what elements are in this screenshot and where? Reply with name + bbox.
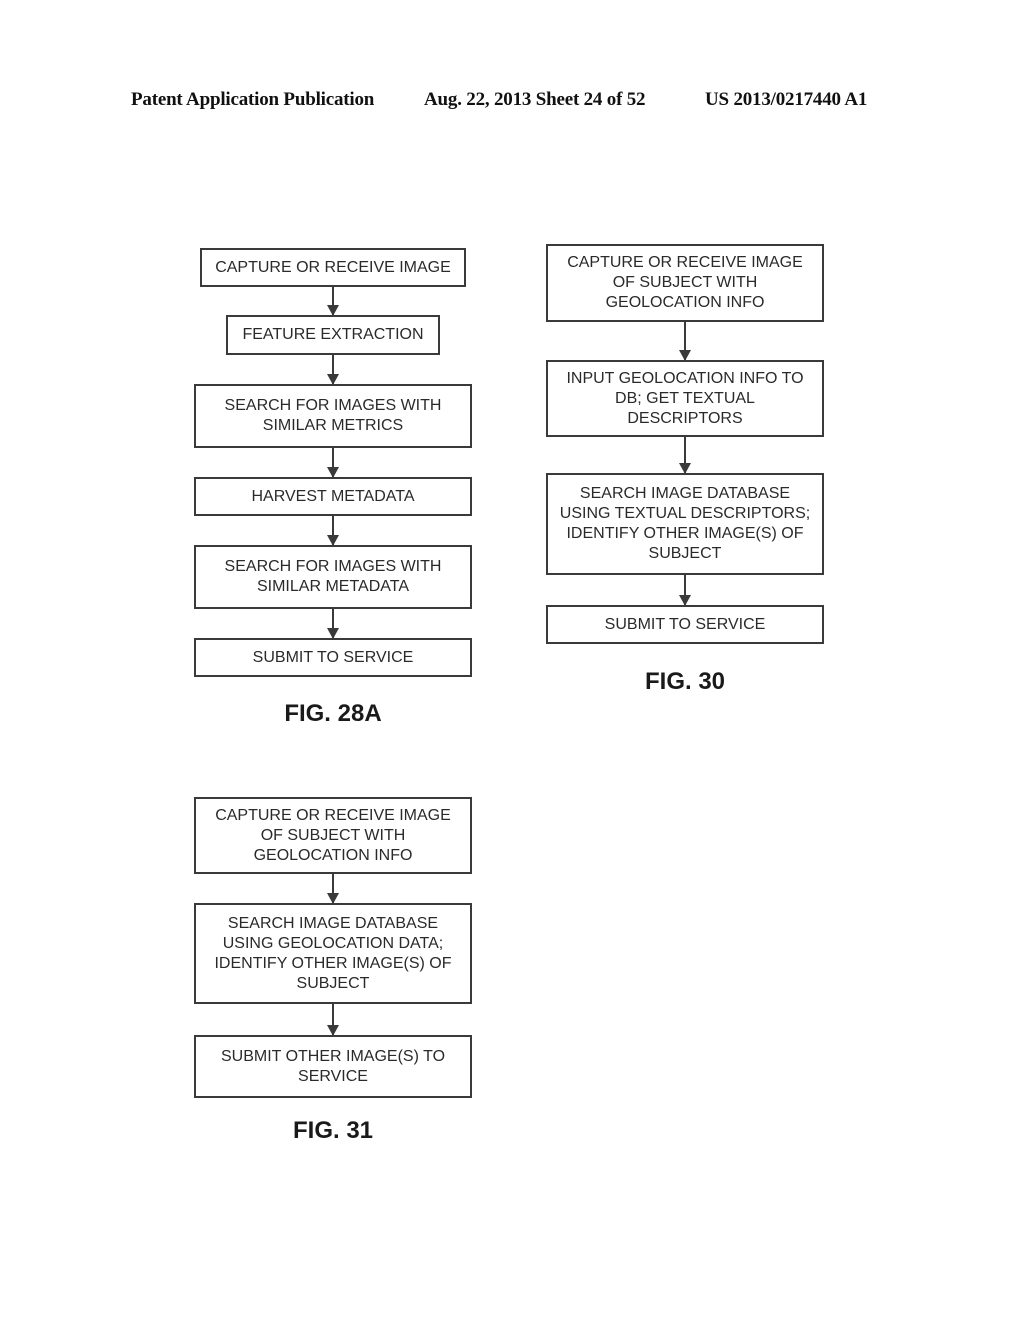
fig28a-step-search-metrics: SEARCH FOR IMAGES WITH SIMILAR METRICS <box>194 384 472 448</box>
publication-title: Patent Application Publication <box>131 89 375 110</box>
step-text: SEARCH FOR IMAGES WITH SIMILAR METRICS <box>224 397 442 434</box>
fig28a-step-feature-extraction: FEATURE EXTRACTION <box>226 315 440 355</box>
arrow-down-icon <box>327 874 339 904</box>
fig31-step-search-database: SEARCH IMAGE DATABASE USING GEOLOCATION … <box>194 903 472 1004</box>
fig28a-step-capture: CAPTURE OR RECEIVE IMAGE <box>200 248 466 287</box>
fig30-step-input-geolocation: INPUT GEOLOCATION INFO TO DB; GET TEXTUA… <box>546 360 824 437</box>
arrow-down-icon <box>327 609 339 639</box>
step-text: CAPTURE OR RECEIVE IMAGE OF SUBJECT WITH… <box>567 254 803 311</box>
fig30-label: FIG. 30 <box>644 668 726 695</box>
step-text: SUBMIT TO SERVICE <box>604 615 766 633</box>
fig28a-step-submit: SUBMIT TO SERVICE <box>194 638 472 677</box>
step-text: INPUT GEOLOCATION INFO TO DB; GET TEXTUA… <box>566 369 804 427</box>
arrow-down-icon <box>327 287 339 316</box>
step-text: CAPTURE OR RECEIVE IMAGE <box>215 258 451 276</box>
arrow-down-icon <box>327 1004 339 1036</box>
step-text: CAPTURE OR RECEIVE IMAGE OF SUBJECT WITH… <box>215 806 451 864</box>
arrow-down-icon <box>679 575 691 606</box>
arrow-down-icon <box>327 355 339 385</box>
fig30-step-search-database: SEARCH IMAGE DATABASE USING TEXTUAL DESC… <box>546 473 824 575</box>
arrow-down-icon <box>327 448 339 478</box>
date-sheet: Aug. 22, 2013 Sheet 24 of 52 <box>424 89 646 110</box>
arrow-down-icon <box>679 437 691 474</box>
patent-number: US 2013/0217440 A1 <box>705 89 868 110</box>
step-text: FEATURE EXTRACTION <box>242 326 424 343</box>
step-text: SEARCH FOR IMAGES WITH SIMILAR METADATA <box>224 558 442 595</box>
fig28a-label: FIG. 28A <box>284 700 382 727</box>
fig30-step-capture: CAPTURE OR RECEIVE IMAGE OF SUBJECT WITH… <box>546 244 824 322</box>
arrow-down-icon <box>327 516 339 546</box>
fig28a-step-search-metadata: SEARCH FOR IMAGES WITH SIMILAR METADATA <box>194 545 472 609</box>
step-text: SEARCH IMAGE DATABASE USING TEXTUAL DESC… <box>559 485 811 562</box>
fig28a-step-harvest-metadata: HARVEST METADATA <box>194 477 472 516</box>
step-text: SUBMIT TO SERVICE <box>252 648 414 666</box>
step-text: SUBMIT OTHER IMAGE(S) TO SERVICE <box>220 1047 446 1085</box>
fig31-step-submit: SUBMIT OTHER IMAGE(S) TO SERVICE <box>194 1035 472 1098</box>
arrow-down-icon <box>679 322 691 361</box>
step-text: HARVEST METADATA <box>251 487 415 505</box>
step-text: SEARCH IMAGE DATABASE USING GEOLOCATION … <box>214 914 452 992</box>
fig30-step-submit: SUBMIT TO SERVICE <box>546 605 824 644</box>
fig31-step-capture: CAPTURE OR RECEIVE IMAGE OF SUBJECT WITH… <box>194 797 472 874</box>
fig31-label: FIG. 31 <box>292 1117 374 1144</box>
